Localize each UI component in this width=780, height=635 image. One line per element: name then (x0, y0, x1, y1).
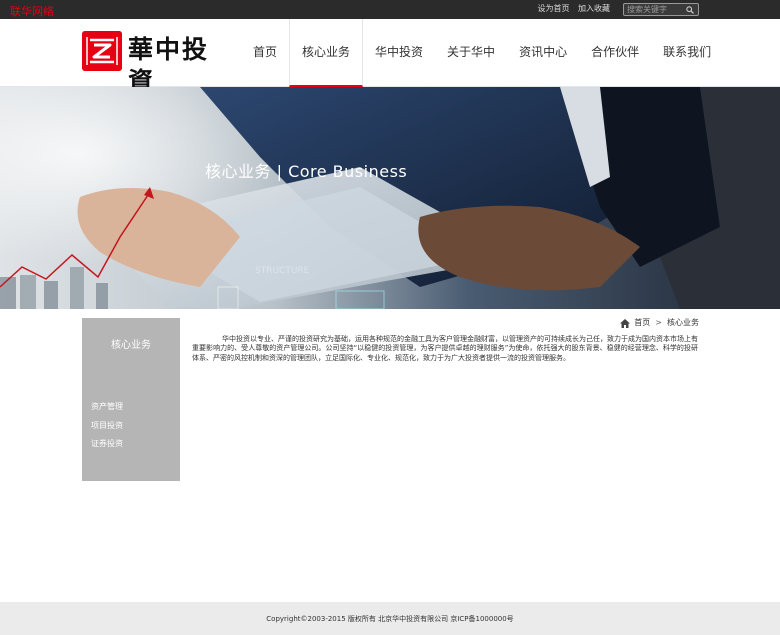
sidebar-item-project-investment[interactable]: 项目投资 (91, 417, 123, 436)
main-nav: 首页 核心业务 华中投资 关于华中 资讯中心 合作伙伴 联系我们 (241, 19, 723, 87)
copyright-text: Copyright©2003-2015 版权所有 北京华中投资有限公司 京ICP… (266, 615, 514, 623)
top-bar: 联华网络 设为首页 加入收藏 (0, 0, 780, 19)
breadcrumb: 首页 > 核心业务 (620, 317, 699, 329)
nav-item-5[interactable]: 合作伙伴 (579, 19, 651, 87)
nav-item-0[interactable]: 首页 (241, 19, 289, 87)
logo[interactable]: 華中投資 (82, 30, 228, 96)
nav-item-4[interactable]: 资讯中心 (507, 19, 579, 87)
nav-item-1[interactable]: 核心业务 (289, 19, 364, 87)
hero-banner: STRUCTURE 核心业务 | Core Business (0, 87, 780, 309)
home-icon (620, 318, 631, 328)
site-header: 華中投資 首页 核心业务 华中投资 关于华中 资讯中心 合作伙伴 联系我们 (0, 19, 780, 96)
banner-title: 核心业务 | Core Business (205, 162, 408, 181)
sidebar-title: 核心业务 (111, 340, 151, 351)
sidebar-item-asset-management[interactable]: 资产管理 (91, 398, 123, 417)
sidebar-list: 资产管理 项目投资 证券投资 (91, 398, 123, 454)
footer: Copyright©2003-2015 版权所有 北京华中投资有限公司 京ICP… (0, 602, 780, 635)
breadcrumb-separator: > (655, 318, 662, 327)
nav-item-3[interactable]: 关于华中 (435, 19, 507, 87)
sidebar-item-securities-investment[interactable]: 证券投资 (91, 435, 123, 454)
search-icon[interactable] (686, 6, 694, 14)
nav-item-6[interactable]: 联系我们 (651, 19, 723, 87)
add-favorite-link[interactable]: 加入收藏 (578, 4, 610, 13)
logo-mark-icon (82, 31, 122, 71)
search-box (623, 3, 699, 16)
intro-paragraph: 华中投资以专业、严谨的投资研究为基础，运用各种规范的金融工具为客户管理金融财富，… (192, 335, 698, 362)
nav-item-2[interactable]: 华中投资 (363, 19, 435, 87)
breadcrumb-current: 核心业务 (667, 318, 699, 327)
banner-graphic-text: STRUCTURE (255, 266, 310, 276)
sidebar: 核心业务 资产管理 项目投资 证券投资 (82, 318, 180, 481)
set-homepage-link[interactable]: 设为首页 (537, 4, 569, 13)
corner-label: 联华网络 (10, 5, 54, 18)
top-links: 设为首页 加入收藏 (531, 4, 610, 14)
search-input[interactable] (627, 4, 685, 15)
breadcrumb-home[interactable]: 首页 (634, 317, 650, 329)
banner-image: STRUCTURE (0, 87, 780, 309)
